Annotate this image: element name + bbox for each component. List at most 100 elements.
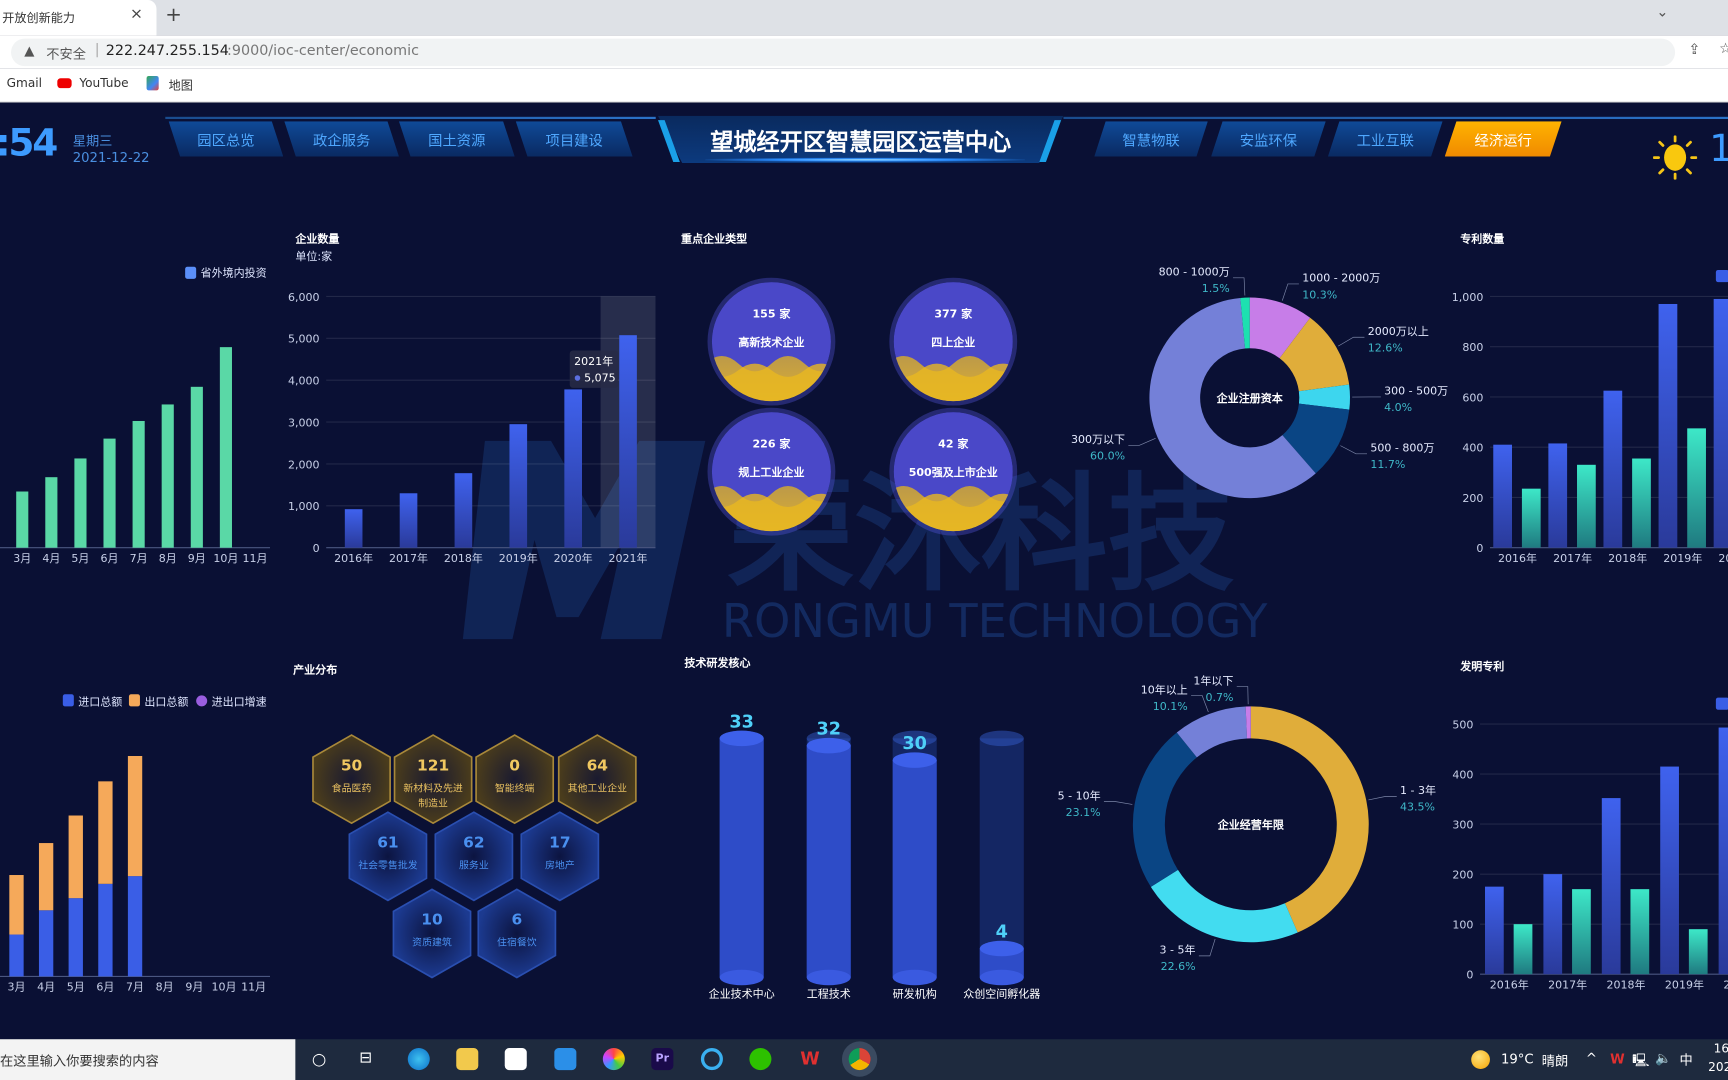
gauge-label: 四上企业 — [931, 335, 975, 349]
hexagon-label: 智能终端 — [495, 781, 535, 794]
charts-layer: 3月 4月 5月 6月 7月 8月 9月 10月 11月 省外境内投资 企业数量单位:家 0 1,000… — [0, 231, 1728, 1000]
leader-line — [1338, 336, 1365, 347]
donut-center-label: 企业经营年限 — [1217, 818, 1285, 832]
y-tick-label: 400 — [1452, 768, 1473, 781]
cylinder-base — [719, 969, 764, 986]
pie-slice — [1132, 732, 1197, 887]
store-icon[interactable] — [504, 1048, 527, 1071]
qq-browser-icon[interactable] — [700, 1048, 723, 1071]
cylinder-top — [979, 940, 1024, 957]
ime-indicator[interactable]: 中 — [1680, 1050, 1693, 1069]
legend-swatch — [1715, 270, 1728, 283]
bar — [1632, 458, 1651, 548]
x-tick-label: 10月 — [213, 552, 238, 565]
chevron-up-icon[interactable]: ^ — [1586, 1050, 1597, 1065]
x-tick-label: 2016年 — [334, 551, 373, 565]
network-icon[interactable]: 🖳 — [1632, 1050, 1650, 1073]
bar — [1601, 798, 1621, 975]
gauge-value: 42 家 — [938, 436, 969, 450]
x-tick-label: 2019年 — [1663, 551, 1702, 565]
hexagon-label: 住宿餐饮 — [497, 936, 537, 949]
legend-label: 进口总额 — [78, 694, 122, 708]
tooltip-category: 2021年 — [574, 354, 613, 368]
slice-label: 1年以下 — [1193, 673, 1233, 687]
hexagon-value: 121 — [417, 756, 449, 774]
hexagon-tile — [312, 734, 391, 825]
hexagon-value: 61 — [377, 833, 398, 851]
hexagon — [477, 888, 557, 979]
slice-label: 3 - 5年 — [1160, 943, 1196, 957]
pie-slice — [1150, 869, 1298, 943]
bar — [1630, 889, 1650, 975]
chrome-icon[interactable] — [848, 1048, 871, 1071]
y-tick-label: 600 — [1462, 391, 1483, 404]
x-tick-label: 2021年 — [609, 551, 648, 565]
mail-icon[interactable] — [554, 1048, 577, 1071]
x-tick-label: 3月 — [13, 552, 31, 565]
x-tick-label: 2020年 — [1723, 978, 1728, 992]
volume-icon[interactable]: 🔈 — [1655, 1050, 1671, 1065]
leader-line — [1198, 938, 1216, 957]
cylinder-value: 4 — [996, 923, 1008, 943]
hexagon-value: 17 — [549, 833, 570, 851]
x-tick-label: 11月 — [241, 981, 266, 994]
bar — [399, 493, 418, 548]
bar — [1543, 874, 1563, 975]
slice-percent: 43.5% — [1400, 801, 1435, 814]
bar-import — [38, 910, 54, 977]
legend-swatch — [185, 266, 197, 279]
bar — [619, 335, 637, 548]
bar-export — [38, 843, 54, 911]
panel-title: 发明专利 — [1459, 659, 1504, 673]
taskbar-temperature[interactable]: 19°C — [1501, 1051, 1534, 1066]
hexagon-label: 制造业 — [418, 797, 448, 810]
taskbar-date[interactable]: 2021 — [1708, 1060, 1728, 1074]
bar — [344, 509, 363, 548]
wechat-icon[interactable] — [749, 1048, 772, 1071]
taskbar-weather[interactable]: 晴朗 — [1542, 1051, 1568, 1070]
hexagon-tile — [392, 888, 472, 979]
cylinder — [806, 730, 851, 986]
bar — [1658, 303, 1678, 548]
x-tick-label: 2018年 — [1607, 978, 1646, 992]
bar — [1521, 488, 1541, 548]
slice-percent: 60.0% — [1090, 450, 1125, 463]
hexagon — [434, 811, 514, 902]
hexagon — [557, 734, 637, 825]
taskbar-clock[interactable]: 16 — [1714, 1041, 1728, 1055]
panel-title: 产业分布 — [293, 662, 337, 676]
slice-percent: 23.1% — [1066, 806, 1101, 819]
x-tick-label: 4月 — [37, 981, 55, 994]
leader-line — [1340, 445, 1368, 455]
cortana-icon[interactable]: ○ — [312, 1049, 326, 1069]
slice-label: 1 - 3年 — [1400, 783, 1436, 797]
hexagon — [475, 734, 555, 825]
leader-line — [1128, 438, 1156, 446]
bar — [1577, 464, 1596, 548]
photos-icon[interactable] — [602, 1048, 625, 1071]
bar — [103, 438, 116, 548]
search-placeholder: 在这里输入你要搜索的内容 — [0, 1053, 159, 1069]
donut-center-label: 企业注册资本 — [1216, 391, 1284, 405]
x-tick-label: 5月 — [67, 981, 85, 994]
bar — [1493, 444, 1512, 548]
task-view-icon[interactable]: ⊟ — [359, 1049, 372, 1067]
y-tick-label: 800 — [1462, 341, 1483, 354]
hexagon-label: 其他工业企业 — [568, 781, 628, 794]
edge-icon[interactable] — [407, 1048, 430, 1071]
bar — [564, 389, 582, 548]
hexagon-value: 50 — [341, 756, 362, 774]
y-tick-label: 1,000 — [1452, 291, 1484, 304]
y-tick-label: 1,000 — [288, 500, 320, 513]
file-explorer-icon[interactable] — [456, 1048, 479, 1071]
weather-sun-icon[interactable] — [1471, 1050, 1490, 1069]
wps-icon[interactable]: W — [799, 1048, 821, 1070]
slice-percent: 22.6% — [1161, 960, 1196, 973]
slice-percent: 0.7% — [1205, 691, 1233, 704]
cylinder — [719, 730, 764, 986]
panel-title: 专利数量 — [1460, 231, 1504, 245]
wps-tray-icon[interactable]: W — [1610, 1051, 1625, 1066]
taskbar-search[interactable]: 在这里输入你要搜索的内容 — [0, 1039, 296, 1080]
premiere-icon[interactable]: Pr — [651, 1048, 674, 1071]
bar-export — [98, 781, 113, 884]
